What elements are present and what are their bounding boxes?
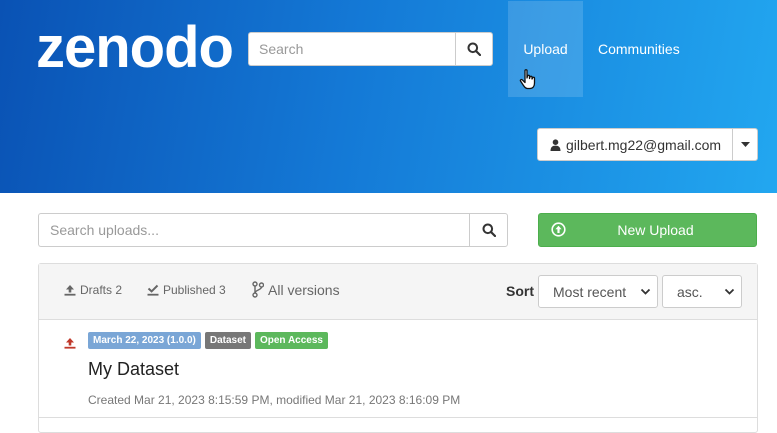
version-date-badge: March 22, 2023 (1.0.0) bbox=[88, 332, 201, 349]
sort-select-value: Most recent bbox=[553, 283, 627, 300]
zenodo-logo[interactable]: zenodo bbox=[36, 14, 234, 82]
chevron-down-icon bbox=[724, 286, 735, 297]
tab-drafts-label: Drafts 2 bbox=[80, 283, 123, 297]
nav-communities-link[interactable]: Communities bbox=[598, 41, 680, 57]
uploads-search-button[interactable] bbox=[469, 213, 508, 247]
global-search-button[interactable] bbox=[455, 32, 493, 66]
order-select[interactable]: asc. bbox=[662, 275, 742, 308]
sort-select[interactable]: Most recent bbox=[538, 275, 658, 308]
user-email: gilbert.mg22@gmail.com bbox=[566, 136, 722, 153]
tab-published-label: Published 3 bbox=[163, 283, 226, 297]
tab-drafts[interactable]: Drafts 2 bbox=[64, 283, 122, 297]
sort-label: Sort bbox=[506, 283, 534, 299]
divider bbox=[39, 417, 757, 418]
global-search bbox=[248, 32, 493, 66]
order-select-value: asc. bbox=[677, 283, 703, 300]
uploads-panel: Drafts 2 Published 3 All versions Sort M… bbox=[38, 263, 758, 433]
access-badge: Open Access bbox=[254, 332, 328, 349]
record-meta: Created Mar 21, 2023 8:15:59 PM, modifie… bbox=[88, 393, 461, 407]
tab-all-versions-label: All versions bbox=[268, 281, 340, 298]
record-title[interactable]: My Dataset bbox=[88, 359, 179, 380]
user-menu-button[interactable]: gilbert.mg22@gmail.com bbox=[538, 129, 733, 160]
new-upload-button[interactable]: New Upload bbox=[538, 213, 757, 247]
uploads-search bbox=[38, 213, 508, 247]
code-branch-icon bbox=[252, 281, 264, 298]
resource-type-badge: Dataset bbox=[204, 332, 251, 349]
new-upload-label: New Upload bbox=[617, 222, 694, 238]
search-icon bbox=[467, 42, 481, 56]
hand-cursor-icon bbox=[519, 69, 536, 90]
upload-icon bbox=[64, 284, 76, 296]
record-badges: March 22, 2023 (1.0.0) Dataset Open Acce… bbox=[88, 332, 328, 349]
chevron-down-icon bbox=[640, 286, 651, 297]
upload-icon bbox=[64, 337, 76, 349]
uploads-toolbar: Drafts 2 Published 3 All versions Sort M… bbox=[39, 264, 757, 320]
tab-published[interactable]: Published 3 bbox=[147, 283, 226, 297]
check-icon bbox=[147, 284, 159, 296]
user-icon bbox=[550, 138, 561, 151]
global-search-input[interactable] bbox=[248, 32, 455, 66]
caret-down-icon bbox=[740, 142, 750, 147]
user-menu[interactable]: gilbert.mg22@gmail.com bbox=[537, 128, 758, 161]
top-header: zenodo Upload Communities gilbert.mg22@g… bbox=[0, 0, 777, 193]
uploads-search-input[interactable] bbox=[38, 213, 469, 247]
user-menu-toggle[interactable] bbox=[733, 129, 757, 160]
list-item: March 22, 2023 (1.0.0) Dataset Open Acce… bbox=[39, 320, 757, 418]
upload-circle-icon bbox=[551, 222, 566, 237]
tab-all-versions[interactable]: All versions bbox=[252, 281, 340, 298]
search-icon bbox=[482, 223, 496, 237]
